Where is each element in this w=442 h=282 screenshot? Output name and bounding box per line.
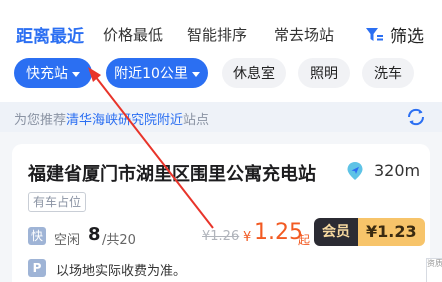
original-price: ¥1.26 (202, 229, 240, 244)
recommendation-banner: 为您推荐清华海峡研究院附近站点 (0, 102, 442, 132)
filter-icon (366, 27, 383, 41)
chip-lounge[interactable]: 休息室 (222, 58, 286, 88)
filter-button[interactable]: 筛选 (364, 22, 424, 47)
chip-label: 休息室 (233, 66, 275, 82)
member-price: ¥1.23 (358, 218, 425, 246)
fast-charge-icon: 快 (28, 227, 46, 245)
quick-filter-chips: 快充站 附近10公里 休息室 照明 洗车 (0, 58, 442, 90)
chevron-down-icon (72, 71, 80, 77)
tab-lowest-price[interactable]: 价格最低 (103, 24, 163, 45)
idle-count: 8 (88, 224, 101, 245)
tab-nearest[interactable]: 距离最近 (16, 22, 84, 47)
member-price-badge[interactable]: 会员 ¥1.23 (314, 218, 425, 246)
recommendation-text: 为您推荐清华海峡研究院附近站点 (14, 113, 210, 128)
price-suffix: 起 (298, 233, 311, 247)
station-card[interactable]: 福建省厦门市湖里区围里公寓充电站 320m 有车占位 快 空闲 8 /共20 ¥… (12, 144, 430, 282)
top-filter-panel: 距离最近 价格最低 智能排序 常去场站 筛选 快充站 附近10公里 休息室 照明 (0, 0, 442, 108)
current-price: 1.25 (254, 220, 303, 245)
location-highlight[interactable]: 清华海峡研究院附近 (66, 113, 183, 128)
chevron-down-icon (191, 71, 200, 77)
chip-fast-charge[interactable]: 快充站 (14, 58, 92, 88)
station-name[interactable]: 福建省厦门市湖里区围里公寓充电站 (28, 160, 316, 186)
price-currency: ¥ (243, 230, 252, 245)
parking-icon: P (28, 259, 46, 277)
tab-frequent-stations[interactable]: 常去场站 (274, 24, 334, 45)
watermark-badge: 资质 (426, 258, 442, 282)
refresh-icon[interactable] (405, 106, 427, 128)
chip-nearby-10km[interactable]: 附近10公里 (106, 58, 208, 88)
distance: 320m (374, 161, 421, 180)
chip-label: 附近10公里 (114, 66, 188, 82)
member-label: 会员 (314, 218, 358, 246)
chip-car-wash[interactable]: 洗车 (362, 58, 414, 88)
chip-label: 快充站 (26, 66, 68, 82)
total-connectors: /共20 (102, 233, 136, 248)
navigation-icon[interactable] (344, 160, 366, 182)
sort-tabs: 距离最近 价格最低 智能排序 常去场站 筛选 (0, 20, 442, 50)
tab-smart-sort[interactable]: 智能排序 (187, 24, 247, 45)
parking-fee-note: 以场地实际收费为准。 (56, 264, 187, 279)
parking-occupancy-tag: 有车占位 (28, 192, 87, 212)
chip-label: 洗车 (374, 66, 402, 82)
chip-label: 照明 (310, 66, 338, 82)
filter-label: 筛选 (390, 27, 424, 47)
chip-lighting[interactable]: 照明 (298, 58, 350, 88)
idle-label: 空闲 (54, 233, 81, 248)
